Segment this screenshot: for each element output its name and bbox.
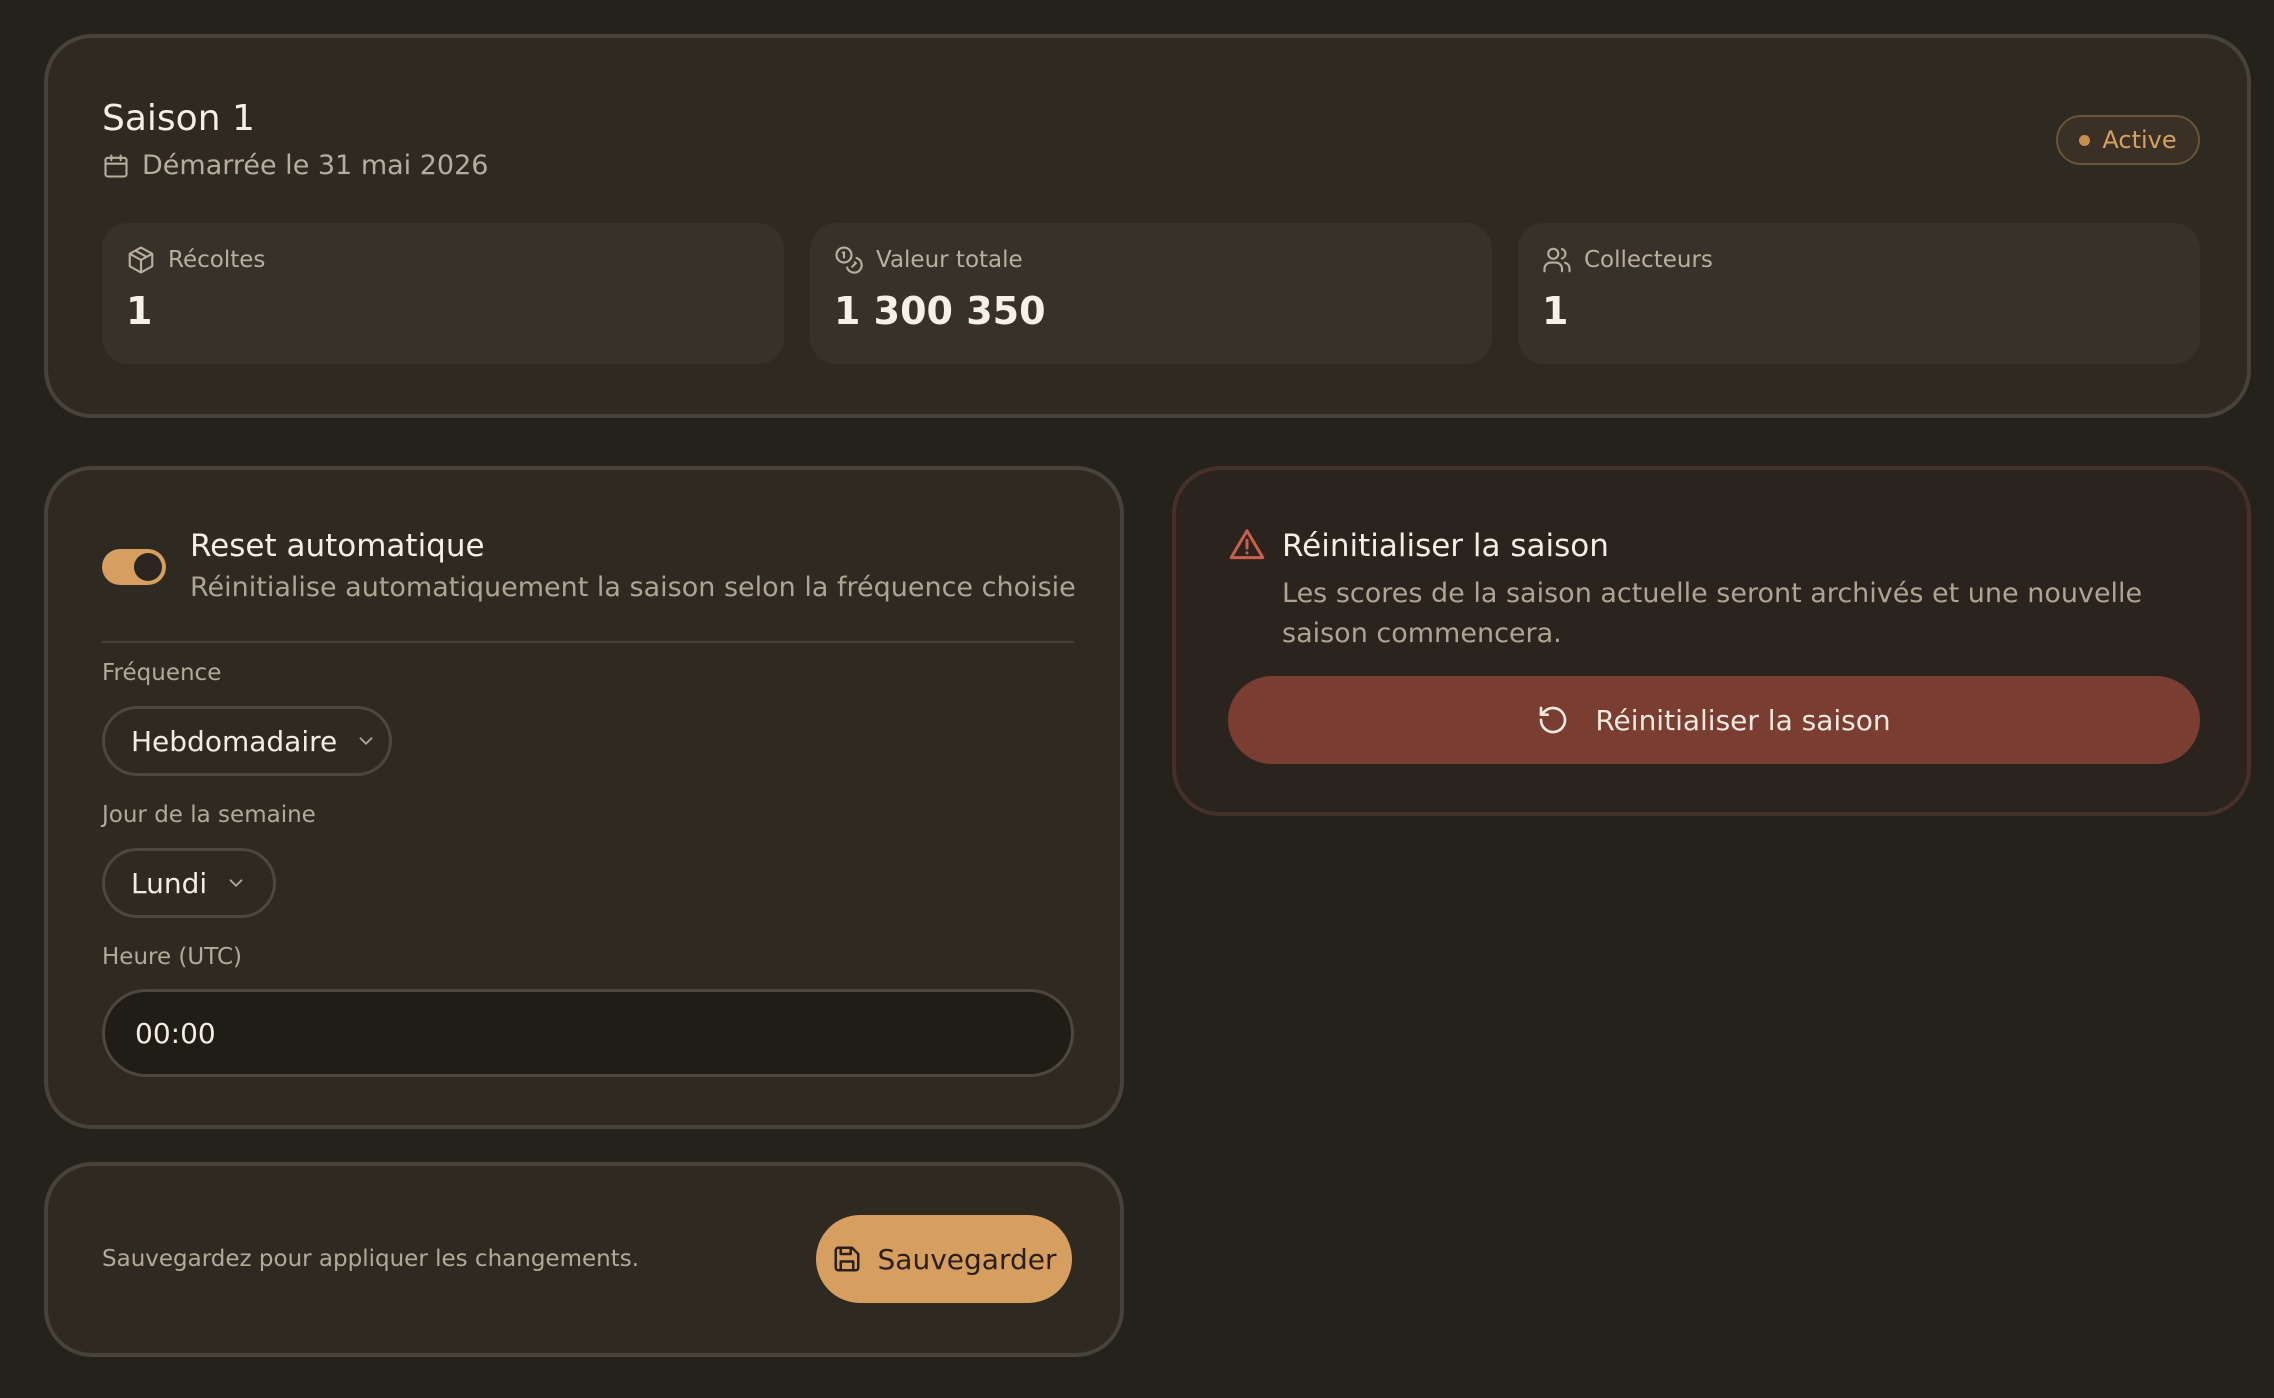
stat-value: 1 300 350 [834,289,1046,333]
save-button[interactable]: Sauvegarder [816,1215,1072,1303]
save-button-label: Sauvegarder [877,1242,1057,1276]
season-start-date: Démarrée le 31 mai 2026 [102,150,488,181]
status-badge: Active [2056,115,2200,165]
toggle-knob [134,553,162,581]
stat-label: Récoltes [168,247,266,273]
stat-label: Valeur totale [876,247,1023,273]
reset-season-button[interactable]: Réinitialiser la saison [1228,676,2200,764]
reset-season-title: Réinitialiser la saison [1282,528,1609,564]
time-input-value: 00:00 [135,1016,216,1050]
coins-icon [834,245,864,275]
frequency-select[interactable]: Hebdomadaire [102,706,392,776]
weekday-select-value: Lundi [131,866,208,900]
season-start-date-text: Démarrée le 31 mai 2026 [142,150,489,181]
time-label: Heure (UTC) [102,944,242,970]
status-badge-label: Active [2102,126,2177,154]
stat-value: 1 [126,289,153,333]
status-dot [2079,134,2091,146]
rotate-ccw-icon [1537,704,1569,736]
auto-reset-card: Reset automatique Réinitialise automatiq… [44,466,1124,1129]
chevron-down-icon [355,730,377,752]
stat-label-row: Récoltes [126,245,265,275]
stat-label-row: Collecteurs [1542,245,1713,275]
time-input[interactable]: 00:00 [102,989,1074,1077]
stat-card-collectors: Collecteurs 1 [1518,223,2200,364]
auto-reset-title: Reset automatique [190,528,485,564]
save-hint: Sauvegardez pour appliquer les changemen… [102,1246,640,1272]
stat-value: 1 [1542,289,1569,333]
chevron-down-icon [225,872,247,894]
stat-card-total-value: Valeur totale 1 300 350 [810,223,1492,364]
auto-reset-description: Réinitialise automatiquement la saison s… [190,572,1076,603]
package-icon [126,245,156,275]
stat-card-harvests: Récoltes 1 [102,223,784,364]
reset-season-card: Réinitialiser la saison Les scores de la… [1172,466,2251,816]
frequency-label: Fréquence [102,660,222,686]
stat-label: Collecteurs [1584,247,1713,273]
calendar-icon [102,152,130,180]
season-summary-card: Saison 1 Démarrée le 31 mai 2026 Active … [44,34,2251,418]
users-icon [1542,245,1572,275]
weekday-label: Jour de la semaine [102,802,316,828]
stat-label-row: Valeur totale [834,245,1023,275]
warning-icon [1228,526,1266,564]
reset-season-button-label: Réinitialiser la saison [1595,703,1891,737]
frequency-select-value: Hebdomadaire [131,724,338,758]
season-title: Saison 1 [102,98,255,139]
reset-season-description: Les scores de la saison actuelle seront … [1282,578,2143,649]
save-icon [832,1244,862,1274]
weekday-select[interactable]: Lundi [102,848,276,918]
auto-reset-toggle[interactable] [102,549,166,585]
save-card: Sauvegardez pour appliquer les changemen… [44,1162,1124,1357]
divider [102,641,1074,643]
